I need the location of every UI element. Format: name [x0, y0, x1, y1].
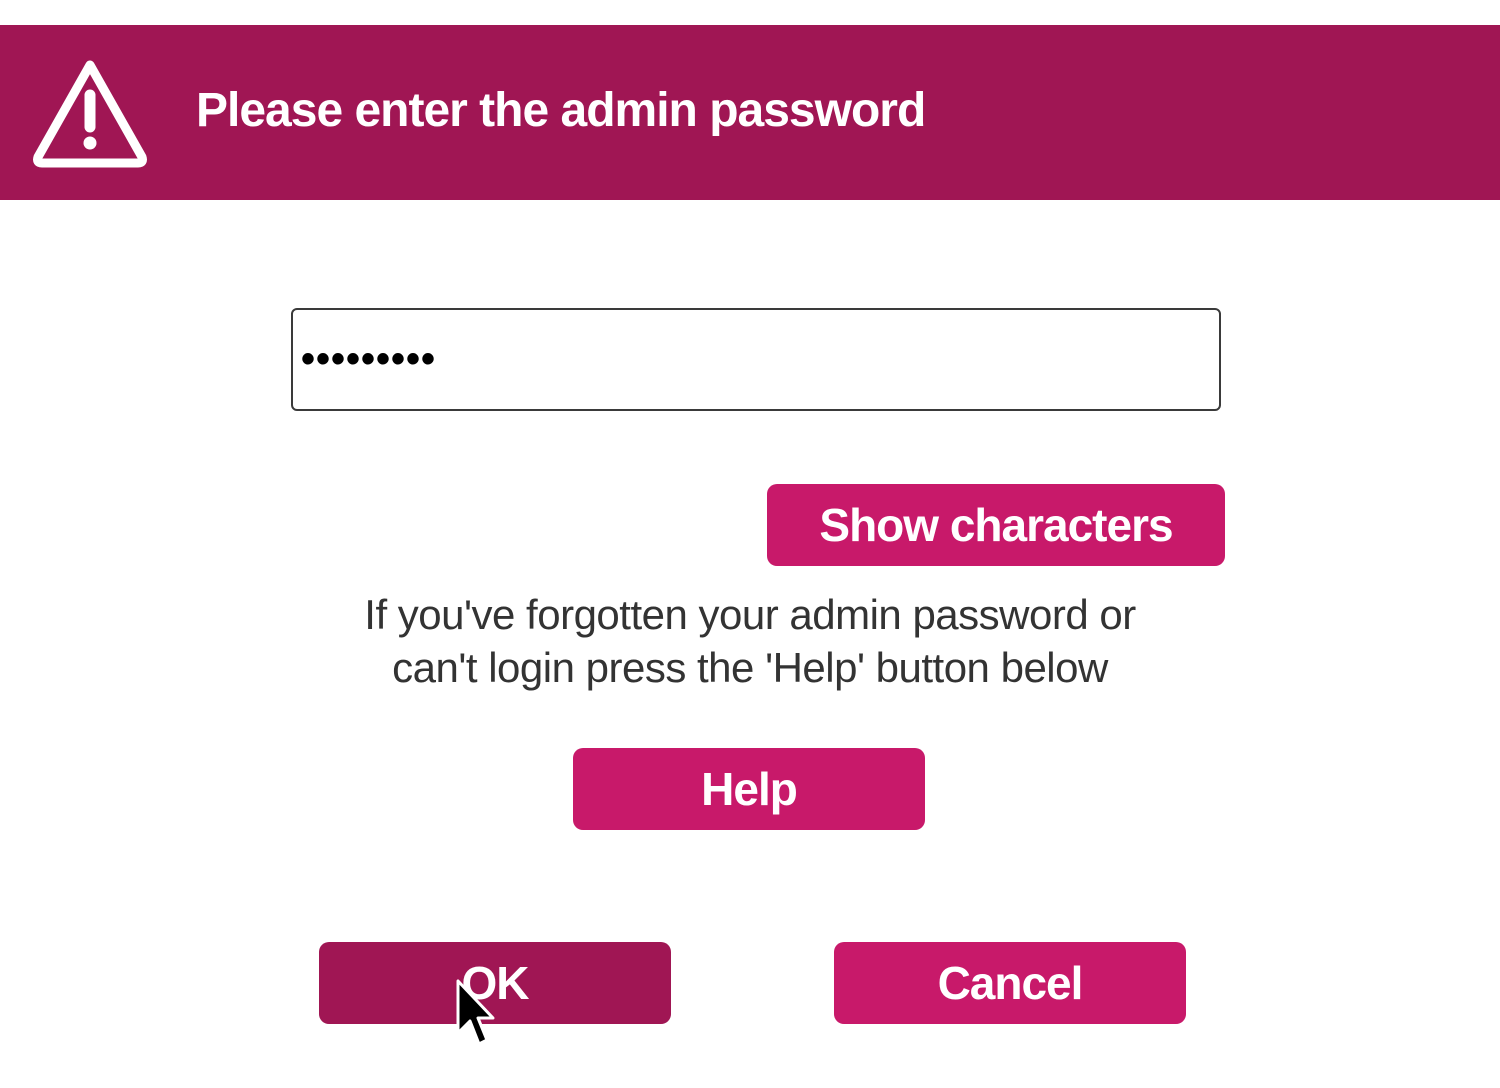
cancel-button[interactable]: Cancel	[834, 942, 1186, 1024]
dialog-header: Please enter the admin password	[0, 25, 1500, 200]
ok-button[interactable]: OK	[319, 942, 671, 1024]
help-instructions: If you've forgotten your admin password …	[250, 588, 1250, 694]
password-input[interactable]	[291, 308, 1221, 411]
admin-password-dialog: Please enter the admin password Show cha…	[0, 0, 1500, 1088]
dialog-title: Please enter the admin password	[196, 84, 926, 137]
warning-icon	[33, 60, 147, 168]
help-instructions-line-2: can't login press the 'Help' button belo…	[392, 644, 1108, 691]
help-button[interactable]: Help	[573, 748, 925, 830]
show-characters-button[interactable]: Show characters	[767, 484, 1225, 566]
help-instructions-line-1: If you've forgotten your admin password …	[364, 591, 1136, 638]
